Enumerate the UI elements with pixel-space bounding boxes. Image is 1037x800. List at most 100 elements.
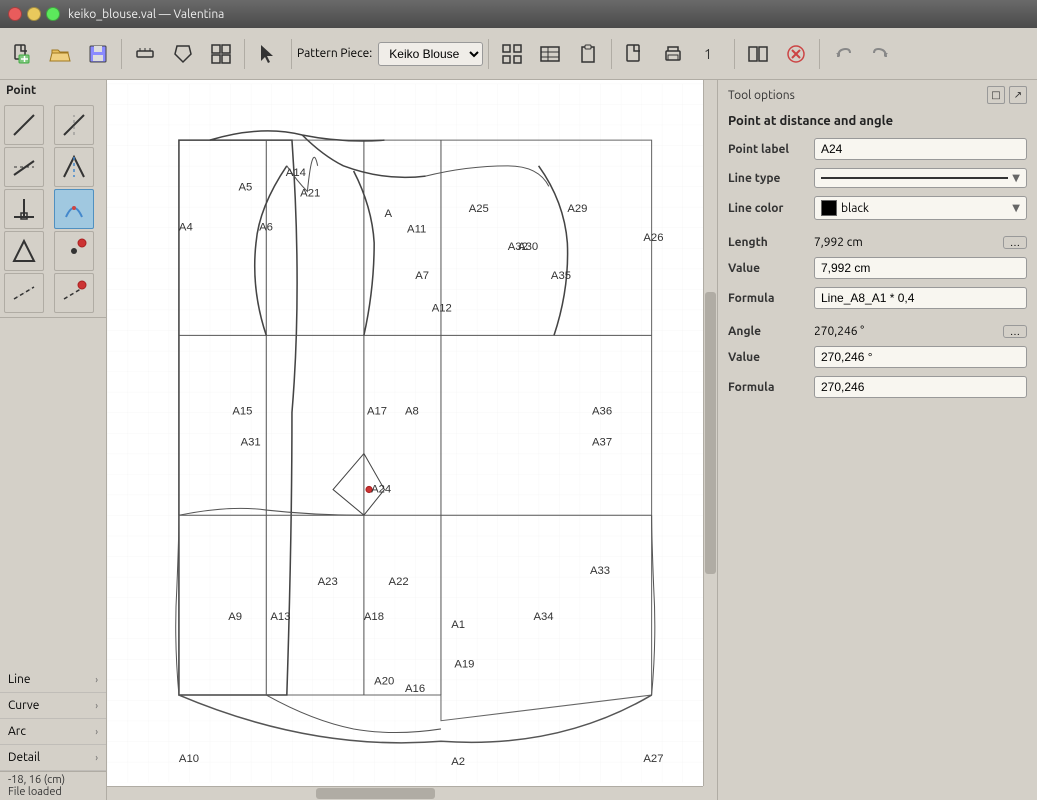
line-color-select[interactable]: black ▼ (814, 196, 1027, 220)
angle-formula-input[interactable] (814, 376, 1027, 398)
svg-text:A26: A26 (643, 232, 663, 244)
point-label-input[interactable] (814, 138, 1027, 160)
select-tool-button[interactable] (250, 36, 286, 72)
length-ellipsis-btn[interactable]: … (1003, 236, 1027, 249)
triangle-tool[interactable] (4, 231, 44, 271)
v-scroll-thumb[interactable] (705, 292, 716, 574)
page-button[interactable]: 1 (693, 36, 729, 72)
maximize-button[interactable] (46, 7, 60, 21)
tab-line[interactable]: Line › (0, 667, 106, 693)
clipboard-button[interactable] (570, 36, 606, 72)
length-value-row: Value (718, 253, 1037, 283)
perpendicular-tool[interactable] (4, 189, 44, 229)
svg-text:A37: A37 (592, 436, 612, 448)
layout3-button[interactable] (740, 36, 776, 72)
float-button[interactable]: ↗ (1009, 86, 1027, 104)
tool-section-label: Point (0, 80, 106, 101)
coordinates: -18, 16 (cm) (8, 774, 98, 786)
close-button[interactable] (8, 7, 22, 21)
svg-text:A8: A8 (405, 406, 419, 418)
canvas-svg[interactable]: A A1 A2 A3 A4 A5 A6 A7 A8 A9 A10 A11 A12… (107, 80, 703, 786)
length-formula-input[interactable] (814, 287, 1027, 309)
svg-text:A21: A21 (300, 188, 320, 200)
horizontal-tool[interactable] (4, 147, 44, 187)
svg-text:A1: A1 (451, 619, 465, 631)
svg-text:A15: A15 (232, 406, 252, 418)
right-panel: Tool options □ ↗ Point at distance and a… (717, 80, 1037, 800)
angle-formula-row: Formula (718, 372, 1037, 402)
measurements-button[interactable] (127, 36, 163, 72)
svg-text:A12: A12 (432, 303, 452, 315)
print-button[interactable] (655, 36, 691, 72)
grid-button[interactable] (494, 36, 530, 72)
angle-ellipsis-btn[interactable]: … (1003, 325, 1027, 338)
svg-text:A32: A32 (508, 241, 528, 253)
sep3 (291, 39, 292, 69)
tab-curve[interactable]: Curve › (0, 693, 106, 719)
bottom-tabs: Line › Curve › Arc › Detail › -18, 16 (c… (0, 317, 106, 800)
pattern-piece-label: Pattern Piece: (297, 47, 372, 60)
vertical-scrollbar[interactable] (703, 80, 717, 786)
export2-button[interactable] (617, 36, 653, 72)
svg-text:A10: A10 (179, 753, 199, 765)
detail-button[interactable] (165, 36, 201, 72)
angle-value-label: Value (728, 351, 808, 364)
h-scroll-thumb[interactable] (316, 788, 435, 799)
canvas-scroll: A A1 A2 A3 A4 A5 A6 A7 A8 A9 A10 A11 A12… (107, 80, 703, 786)
tab-detail[interactable]: Detail › (0, 745, 106, 771)
length-formula-row: Formula (718, 283, 1037, 313)
tab-arc[interactable]: Arc › (0, 719, 106, 745)
svg-text:A24: A24 (371, 484, 391, 496)
svg-text:A14: A14 (286, 167, 306, 179)
panel-header-icons[interactable]: □ ↗ (987, 86, 1027, 104)
open-button[interactable] (42, 36, 78, 72)
bisector-tool[interactable] (54, 105, 94, 145)
canvas-area[interactable]: A A1 A2 A3 A4 A5 A6 A7 A8 A9 A10 A11 A12… (107, 80, 717, 800)
svg-text:A9: A9 (228, 611, 242, 623)
svg-text:1: 1 (704, 46, 712, 62)
svg-text:A4: A4 (179, 222, 193, 234)
angle-row: Angle 270,246 ° … (718, 321, 1037, 342)
sep6 (734, 39, 735, 69)
undo-button[interactable] (825, 36, 861, 72)
svg-text:A19: A19 (454, 658, 474, 670)
angle-value-input[interactable] (814, 346, 1027, 368)
tool-options-title: Point at distance and angle (718, 110, 1037, 134)
dash-line-tool[interactable] (4, 273, 44, 313)
svg-text:A20: A20 (374, 676, 394, 688)
svg-text:A2: A2 (451, 756, 465, 768)
horizontal-scrollbar[interactable] (107, 786, 703, 800)
sep7 (819, 39, 820, 69)
line-type-arrow: ▼ (1012, 172, 1020, 184)
close-x-button[interactable] (778, 36, 814, 72)
svg-text:A22: A22 (389, 576, 409, 588)
line-tool[interactable] (4, 105, 44, 145)
length-value-input[interactable] (814, 257, 1027, 279)
point-marker-tool[interactable] (54, 231, 94, 271)
new-button[interactable] (4, 36, 40, 72)
status-bar: -18, 16 (cm) File loaded (0, 771, 106, 800)
curve-point-tool[interactable] (54, 189, 94, 229)
tab-arc-chevron: › (95, 726, 98, 737)
minimize-button[interactable] (27, 7, 41, 21)
tab-line-chevron: › (95, 674, 98, 685)
window-controls[interactable] (8, 7, 60, 21)
svg-text:A31: A31 (241, 436, 261, 448)
restore-button[interactable]: □ (987, 86, 1005, 104)
line-type-label: Line type (728, 172, 808, 185)
length-label: Length (728, 236, 808, 249)
point-label-label: Point label (728, 143, 808, 156)
divider1 (718, 224, 1037, 232)
length-value-label: Value (728, 262, 808, 275)
table-button[interactable] (532, 36, 568, 72)
vertical-tool[interactable] (54, 147, 94, 187)
line-type-select[interactable]: ▼ (814, 168, 1027, 188)
cross-tool[interactable] (54, 273, 94, 313)
svg-text:A34: A34 (533, 611, 553, 623)
pattern-piece-select[interactable]: Keiko Blouse (378, 42, 483, 66)
sep2 (244, 39, 245, 69)
block-button[interactable] (203, 36, 239, 72)
main-layout: Point (0, 80, 1037, 800)
save-button[interactable] (80, 36, 116, 72)
redo-button[interactable] (863, 36, 899, 72)
